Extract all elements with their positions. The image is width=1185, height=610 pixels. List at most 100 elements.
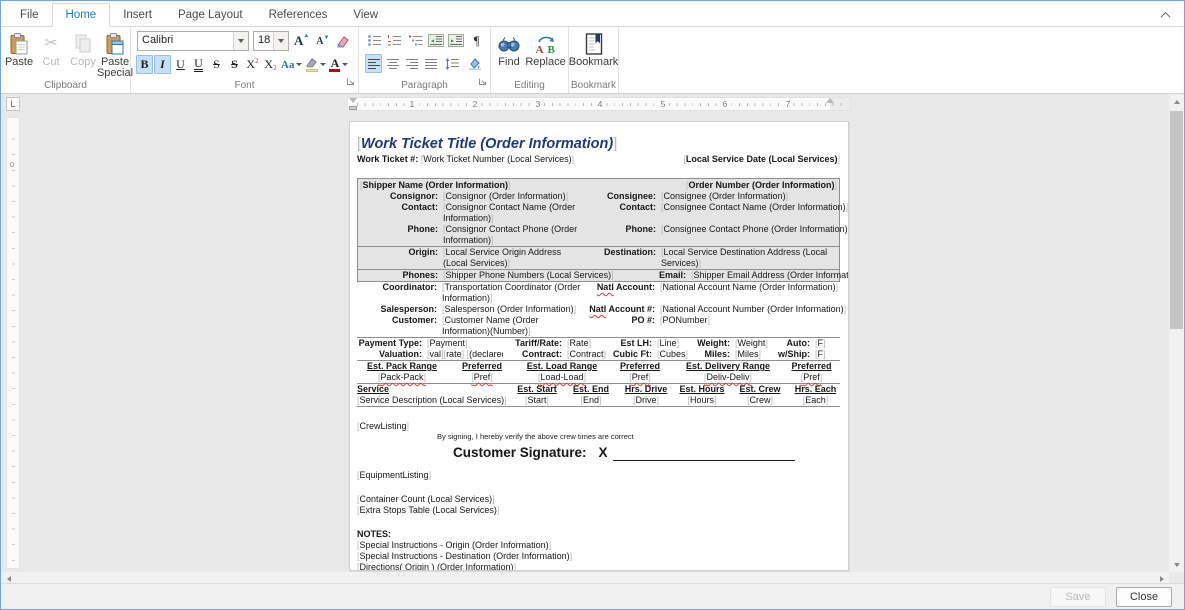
weight-field[interactable]: Weight (735, 338, 768, 348)
order-number-field[interactable]: Order Number (Order Information) (686, 179, 837, 191)
tab-references[interactable]: References (256, 4, 341, 26)
crew-listing-field[interactable]: CrewListing (357, 421, 409, 431)
underline-button[interactable]: U (172, 55, 189, 74)
tab-home[interactable]: Home (52, 3, 111, 27)
natl-account-name-field[interactable]: National Account Name (Order Information… (660, 282, 838, 292)
tab-page-layout[interactable]: Page Layout (165, 4, 256, 26)
natl-account-number-field[interactable]: National Account Number (Order Informati… (660, 304, 846, 314)
align-left-button[interactable] (365, 54, 382, 73)
close-button[interactable]: Close (1116, 587, 1172, 607)
doc-title-field[interactable]: Work Ticket Title (Order Information) (357, 135, 840, 153)
consignor-phone-field[interactable]: Consignor Contact Phone (Order Informati… (443, 224, 577, 245)
service-date-field[interactable]: Local Service Date (Local Services) (683, 154, 840, 165)
tab-stop-selector[interactable]: L (6, 97, 20, 111)
consignee-contact-field[interactable]: Consignee Contact Name (Order Informatio… (661, 202, 848, 212)
load-preferred-field[interactable]: Pref (629, 372, 651, 382)
consignor-contact-field[interactable]: Consignor Contact Name (Order Informatio… (443, 202, 575, 223)
payment-type-field[interactable]: Payment (427, 338, 468, 348)
replace-button[interactable]: AB Replace (526, 29, 565, 70)
shipper-phones-field[interactable]: Shipper Phone Numbers (Local Services) (443, 270, 614, 280)
scroll-down-icon[interactable] (1169, 557, 1184, 572)
valuation-field[interactable]: val (427, 349, 444, 359)
superscript-button[interactable]: X2 (244, 55, 261, 74)
hrs-each-field[interactable]: Each (803, 395, 829, 405)
load-range-field[interactable]: Load-Load (538, 372, 586, 382)
special-instructions-destination-field[interactable]: Special Instructions - Destination (Orde… (357, 551, 572, 561)
align-center-button[interactable] (384, 54, 401, 73)
highlight-color-button[interactable] (304, 55, 327, 74)
justify-button[interactable] (422, 54, 439, 73)
shipper-email-field[interactable]: Shipper Email Address (Order Information… (691, 270, 849, 280)
collapse-ribbon-icon[interactable] (1158, 8, 1172, 22)
tab-view[interactable]: View (340, 4, 391, 26)
font-size-combo[interactable]: 18 (253, 31, 289, 51)
vertical-scrollbar-thumb[interactable] (1170, 111, 1183, 329)
ticket-number-field[interactable]: Work Ticket Number (Local Services) (421, 154, 574, 165)
multilevel-list-button[interactable] (406, 31, 425, 50)
line-spacing-button[interactable] (441, 54, 462, 73)
origin-address-field[interactable]: Local Service Origin Address (Local Serv… (443, 247, 561, 268)
service-description-field[interactable]: Service Description (Local Services) (357, 395, 507, 405)
special-instructions-origin-field[interactable]: Special Instructions - Origin (Order Inf… (357, 540, 551, 550)
coordinator-field[interactable]: Transportation Coordinator (Order Inform… (442, 282, 580, 303)
font-size-dropdown-icon[interactable] (273, 32, 288, 50)
shrink-font-button[interactable]: A▼ (314, 32, 331, 51)
est-crew-field[interactable]: Crew (747, 395, 773, 405)
est-hours-field[interactable]: Hours (687, 395, 716, 405)
tariff-rate-field[interactable]: Rate (567, 338, 591, 348)
cubic-ft-field[interactable]: Cubes (657, 349, 688, 359)
show-formatting-marks-button[interactable]: ¶ (468, 31, 487, 50)
destination-address-field[interactable]: Local Service Destination Address (Local… (661, 247, 827, 268)
change-case-button[interactable]: Aa (280, 55, 303, 74)
salesperson-field[interactable]: Salesperson (Order Information) (442, 304, 576, 314)
find-button[interactable]: Find (494, 29, 524, 70)
auto-field[interactable]: F (815, 338, 826, 348)
strikethrough-button[interactable]: S (208, 55, 225, 74)
pack-preferred-field[interactable]: Pref (471, 372, 493, 382)
directions-origin-field[interactable]: Directions( Origin ) (Order Information) (357, 562, 516, 571)
document-page[interactable]: Work Ticket Title (Order Information) Wo… (349, 121, 849, 571)
shading-button[interactable] (465, 54, 486, 73)
consignee-phone-field[interactable]: Consignee Contact Phone (Order Informati… (661, 224, 849, 234)
hrs-drive-field[interactable]: Drive (633, 395, 659, 405)
extra-stops-field[interactable]: Extra Stops Table (Local Services) (357, 505, 499, 515)
consignor-field[interactable]: Consignor (Order Information) (443, 191, 568, 201)
numbered-list-button[interactable] (386, 31, 405, 50)
clear-formatting-button[interactable] (335, 32, 352, 51)
subscript-button[interactable]: X2 (262, 55, 279, 74)
font-family-combo[interactable]: Calibri (137, 31, 249, 51)
double-strikethrough-button[interactable]: S (226, 55, 243, 74)
delivery-range-field[interactable]: Deliv-Deliv (704, 372, 752, 382)
po-number-field[interactable]: PONumber (660, 315, 710, 325)
consignee-field[interactable]: Consignee (Order Information) (661, 191, 788, 201)
align-right-button[interactable] (403, 54, 420, 73)
est-end-field[interactable]: End (580, 395, 601, 405)
decrease-indent-button[interactable] (427, 31, 446, 50)
hanging-indent-marker[interactable] (349, 106, 357, 110)
increase-indent-button[interactable] (447, 31, 466, 50)
double-underline-button[interactable]: U (190, 55, 207, 74)
pack-range-field[interactable]: Pack-Pack (378, 372, 426, 382)
customer-name-field[interactable]: Customer Name (Order Information)(Number… (442, 315, 539, 336)
tab-insert[interactable]: Insert (110, 4, 165, 26)
contract-field[interactable]: Contract (567, 349, 606, 359)
est-lh-field[interactable]: Line (657, 338, 679, 348)
paste-button[interactable]: Paste (4, 29, 34, 70)
font-color-button[interactable]: A (328, 55, 349, 74)
delivery-preferred-field[interactable]: Pref (801, 372, 823, 382)
scroll-up-icon[interactable] (1169, 94, 1184, 109)
tab-file[interactable]: File (7, 4, 52, 26)
container-count-field[interactable]: Container Count (Local Services) (357, 494, 495, 504)
shipper-name-field[interactable]: Shipper Name (Order Information) (360, 179, 511, 191)
vertical-scrollbar[interactable] (1169, 94, 1184, 572)
equipment-listing-field[interactable]: EquipmentListing (357, 470, 431, 480)
italic-button[interactable]: I (154, 55, 171, 74)
paste-special-button[interactable]: Paste Special (100, 29, 130, 81)
bold-button[interactable]: B (136, 55, 153, 74)
font-family-dropdown-icon[interactable] (233, 32, 248, 50)
bullet-list-button[interactable] (365, 31, 384, 50)
miles-field[interactable]: Miles (735, 349, 761, 359)
est-start-field[interactable]: Start (525, 395, 549, 405)
grow-font-button[interactable]: A▲ (293, 32, 310, 51)
wship-field[interactable]: F (815, 349, 826, 359)
